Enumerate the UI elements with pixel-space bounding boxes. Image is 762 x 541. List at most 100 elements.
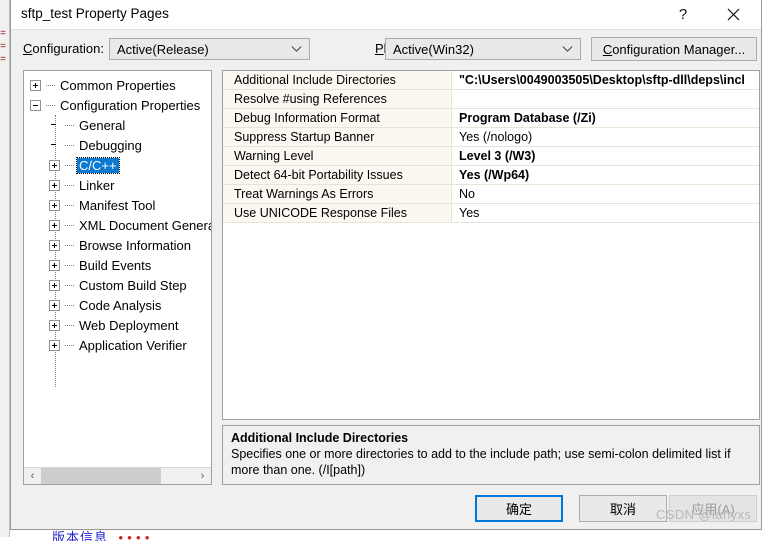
properties-tree-body: Common Properties Configuration Propertie… [24, 71, 211, 467]
tree-connector [65, 124, 74, 126]
expander-plus-icon[interactable] [49, 299, 60, 311]
tree-item-build-events[interactable]: Build Events [24, 255, 211, 275]
cancel-button[interactable]: 取消 [579, 495, 667, 522]
property-row[interactable]: Treat Warnings As Errors No [223, 185, 759, 204]
configuration-manager-button-label: Configuration Manager... [602, 41, 746, 57]
tree-connector [65, 204, 74, 206]
property-row[interactable]: Warning Level Level 3 (/W3) [223, 147, 759, 166]
property-row[interactable]: Detect 64-bit Portability Issues Yes (/Wp… [223, 166, 759, 185]
background-bottom-text-red: •••• [116, 531, 153, 541]
tree-item-general[interactable]: General [24, 115, 211, 135]
property-name: Resolve #using References [223, 90, 452, 108]
page-title: sftp_test Property Pages [21, 6, 169, 21]
expander-plus-icon[interactable] [30, 79, 41, 91]
tree-connector [65, 144, 74, 146]
tree-connector [65, 184, 74, 186]
configuration-select[interactable]: Active(Release) [109, 38, 310, 60]
tree-connector [46, 104, 55, 106]
property-value[interactable]: Program Database (/Zi) [452, 109, 759, 127]
close-icon [727, 8, 739, 21]
tree-item-linker[interactable]: Linker [24, 175, 211, 195]
cancel-button-label: 取消 [609, 502, 636, 517]
expander-plus-icon[interactable] [49, 199, 60, 211]
ok-button[interactable]: 确定 [475, 495, 563, 522]
expander-plus-icon[interactable] [49, 319, 60, 331]
property-value[interactable]: Level 3 (/W3) [452, 147, 759, 165]
tree-item-label: General [79, 117, 126, 133]
property-row[interactable]: Additional Include Directories "C:\Users\… [223, 71, 759, 90]
tree-item-web-deployment[interactable]: Web Deployment [24, 315, 211, 335]
tree-item-label: C/C++ [76, 156, 120, 174]
expander-plus-icon[interactable] [49, 279, 60, 291]
configuration-manager-button[interactable]: Configuration Manager... [591, 37, 757, 61]
tree-item-code-analysis[interactable]: Code Analysis [24, 295, 211, 315]
close-button[interactable] [711, 0, 755, 29]
description-title: Additional Include Directories [231, 431, 409, 445]
tree-item-label: Web Deployment [79, 317, 179, 333]
tree-spacer [49, 120, 60, 131]
tree-item-label: Custom Build Step [79, 277, 187, 293]
tree-item-application-verifier[interactable]: Application Verifier [24, 335, 211, 355]
tree-scrollbar-thumb[interactable] [41, 467, 161, 484]
property-row[interactable]: Debug Information Format Program Database… [223, 109, 759, 128]
tree-item-label: Manifest Tool [79, 197, 156, 213]
tree-horizontal-scrollbar[interactable]: ‹ › [24, 467, 211, 484]
tree-connector [65, 284, 74, 286]
expander-plus-icon[interactable] [49, 339, 60, 351]
property-row[interactable]: Suppress Startup Banner Yes (/nologo) [223, 128, 759, 147]
property-value[interactable]: Yes (/Wp64) [452, 166, 759, 184]
platform-select[interactable]: Active(Win32) [385, 38, 581, 60]
tree-connector [65, 304, 74, 306]
background-left-marks: = = = [0, 29, 7, 66]
tree-item-label: Debugging [79, 137, 142, 153]
property-name: Treat Warnings As Errors [223, 185, 452, 203]
tree-item-c-c[interactable]: C/C++ [24, 155, 211, 175]
tree-connector [65, 244, 74, 246]
property-row[interactable]: Use UNICODE Response Files Yes [223, 204, 759, 223]
expander-plus-icon[interactable] [49, 179, 60, 191]
property-value[interactable]: Yes [452, 204, 759, 222]
apply-button-label: 应用(A) [691, 502, 735, 517]
property-row[interactable]: Resolve #using References [223, 90, 759, 109]
tree-scrollbar-track[interactable] [41, 467, 194, 484]
property-grid[interactable]: Additional Include Directories "C:\Users\… [222, 70, 760, 420]
property-pages-dialog: sftp_test Property Pages ? Configuration… [10, 0, 762, 530]
property-value[interactable]: Yes (/nologo) [452, 128, 759, 146]
property-value[interactable] [452, 90, 759, 108]
title-bar: sftp_test Property Pages ? [11, 0, 761, 30]
tree-item-label: Linker [79, 177, 115, 193]
tree-connector [65, 324, 74, 326]
tree-item-manifest-tool[interactable]: Manifest Tool [24, 195, 211, 215]
property-name: Use UNICODE Response Files [223, 204, 452, 222]
expander-plus-icon[interactable] [49, 259, 60, 271]
tree-item-label: Browse Information [79, 237, 191, 253]
configuration-label: Configuration: [23, 41, 104, 56]
expander-plus-icon[interactable] [49, 219, 60, 231]
properties-tree[interactable]: Common Properties Configuration Propertie… [23, 70, 212, 485]
help-button[interactable]: ? [661, 0, 705, 29]
question-mark-icon: ? [678, 6, 688, 23]
tree-item-browse-information[interactable]: Browse Information [24, 235, 211, 255]
platform-select-value: Active(Win32) [393, 41, 474, 57]
tree-item-label: Build Events [79, 257, 152, 273]
tree-connector [46, 84, 55, 86]
ok-button-label: 确定 [505, 502, 532, 517]
tree-item-custom-build-step[interactable]: Custom Build Step [24, 275, 211, 295]
expander-minus-icon[interactable] [30, 99, 41, 111]
tree-item-debugging[interactable]: Debugging [24, 135, 211, 155]
property-value[interactable]: "C:\Users\0049003505\Desktop\sftp-dll\de… [452, 71, 759, 89]
tree-item-configuration-properties[interactable]: Configuration Properties [24, 95, 211, 115]
property-value[interactable]: No [452, 185, 759, 203]
tree-item-xml-document-generat[interactable]: XML Document Generat [24, 215, 211, 235]
tree-item-label: Common Properties [60, 77, 176, 93]
scroll-right-arrow-icon[interactable]: › [194, 468, 211, 485]
tree-item-label: Configuration Properties [60, 97, 201, 113]
expander-plus-icon[interactable] [49, 239, 60, 251]
tree-item-label: Application Verifier [79, 337, 187, 353]
chevron-down-icon [291, 46, 302, 52]
property-grid-empty-area [223, 223, 759, 419]
tree-item-label: Code Analysis [79, 297, 162, 313]
expander-plus-icon[interactable] [49, 159, 60, 171]
tree-item-common-properties[interactable]: Common Properties [24, 75, 211, 95]
scroll-left-arrow-icon[interactable]: ‹ [24, 468, 41, 485]
